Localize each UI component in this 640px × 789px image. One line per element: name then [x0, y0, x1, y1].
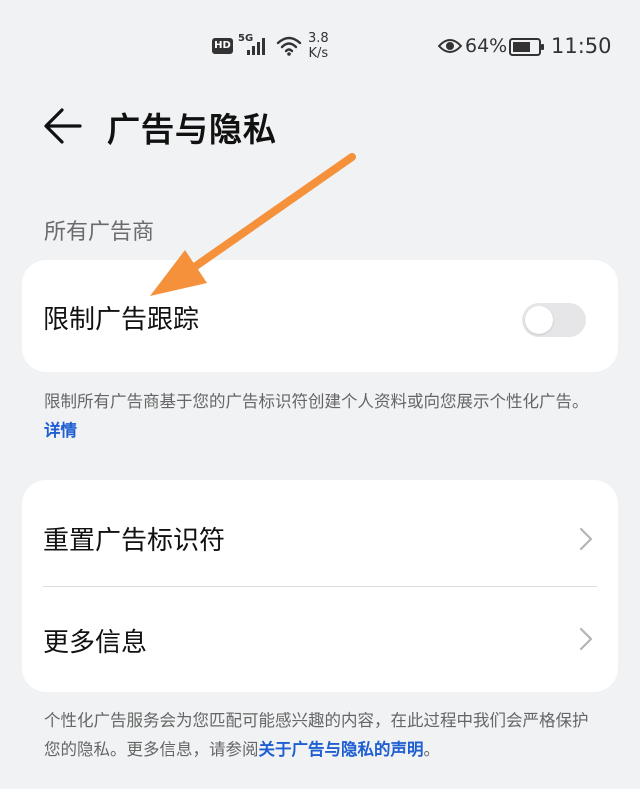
limit-tracking-card: 限制广告跟踪: [22, 260, 618, 372]
limit-tracking-description-text: 限制所有广告商基于您的广告标识符创建个人资料或向您展示个性化广告。: [44, 392, 589, 411]
toggle-knob: [525, 306, 553, 334]
footer-description: 个性化广告服务会为您匹配可能感兴趣的内容，在此过程中我们会严格保护您的隐私。更多…: [44, 706, 604, 764]
chevron-right-icon: [579, 527, 593, 551]
section-header: 所有广告商: [44, 220, 155, 245]
network-speed-value: 3.8: [308, 31, 329, 46]
wifi-icon: [276, 36, 302, 56]
hd-badge: HD: [212, 38, 233, 54]
eye-icon: [438, 39, 462, 53]
status-bar: HD 5G 3.8 K/s 64% 11:50: [0, 0, 640, 94]
chevron-right-icon: [579, 627, 593, 651]
limit-tracking-label: 限制广告跟踪: [43, 305, 200, 335]
network-speed-unit: K/s: [308, 46, 329, 61]
details-link[interactable]: 详情: [44, 421, 77, 440]
limit-tracking-description: 限制所有广告商基于您的广告标识符创建个人资料或向您展示个性化广告。详情: [44, 387, 604, 445]
more-info-row[interactable]: 更多信息: [22, 588, 618, 692]
ad-options-card: 重置广告标识符 更多信息: [22, 480, 618, 692]
footer-end-punct: 。: [423, 740, 441, 759]
ad-privacy-statement-link[interactable]: 关于广告与隐私的声明: [259, 740, 424, 759]
limit-tracking-row[interactable]: 限制广告跟踪: [22, 264, 618, 368]
limit-tracking-toggle[interactable]: [522, 303, 586, 337]
battery-icon: [509, 38, 544, 56]
clock-time: 11:50: [551, 34, 612, 58]
battery-percent: 64%: [465, 35, 508, 57]
reset-ad-id-label: 重置广告标识符: [43, 526, 226, 556]
network-speed: 3.8 K/s: [308, 31, 329, 61]
more-info-label: 更多信息: [43, 628, 148, 658]
divider: [43, 586, 597, 587]
page-title: 广告与隐私: [107, 110, 277, 149]
reset-ad-id-row[interactable]: 重置广告标识符: [22, 484, 618, 588]
arrow-left-icon[interactable]: [42, 104, 86, 148]
signal-icon: [247, 38, 265, 55]
